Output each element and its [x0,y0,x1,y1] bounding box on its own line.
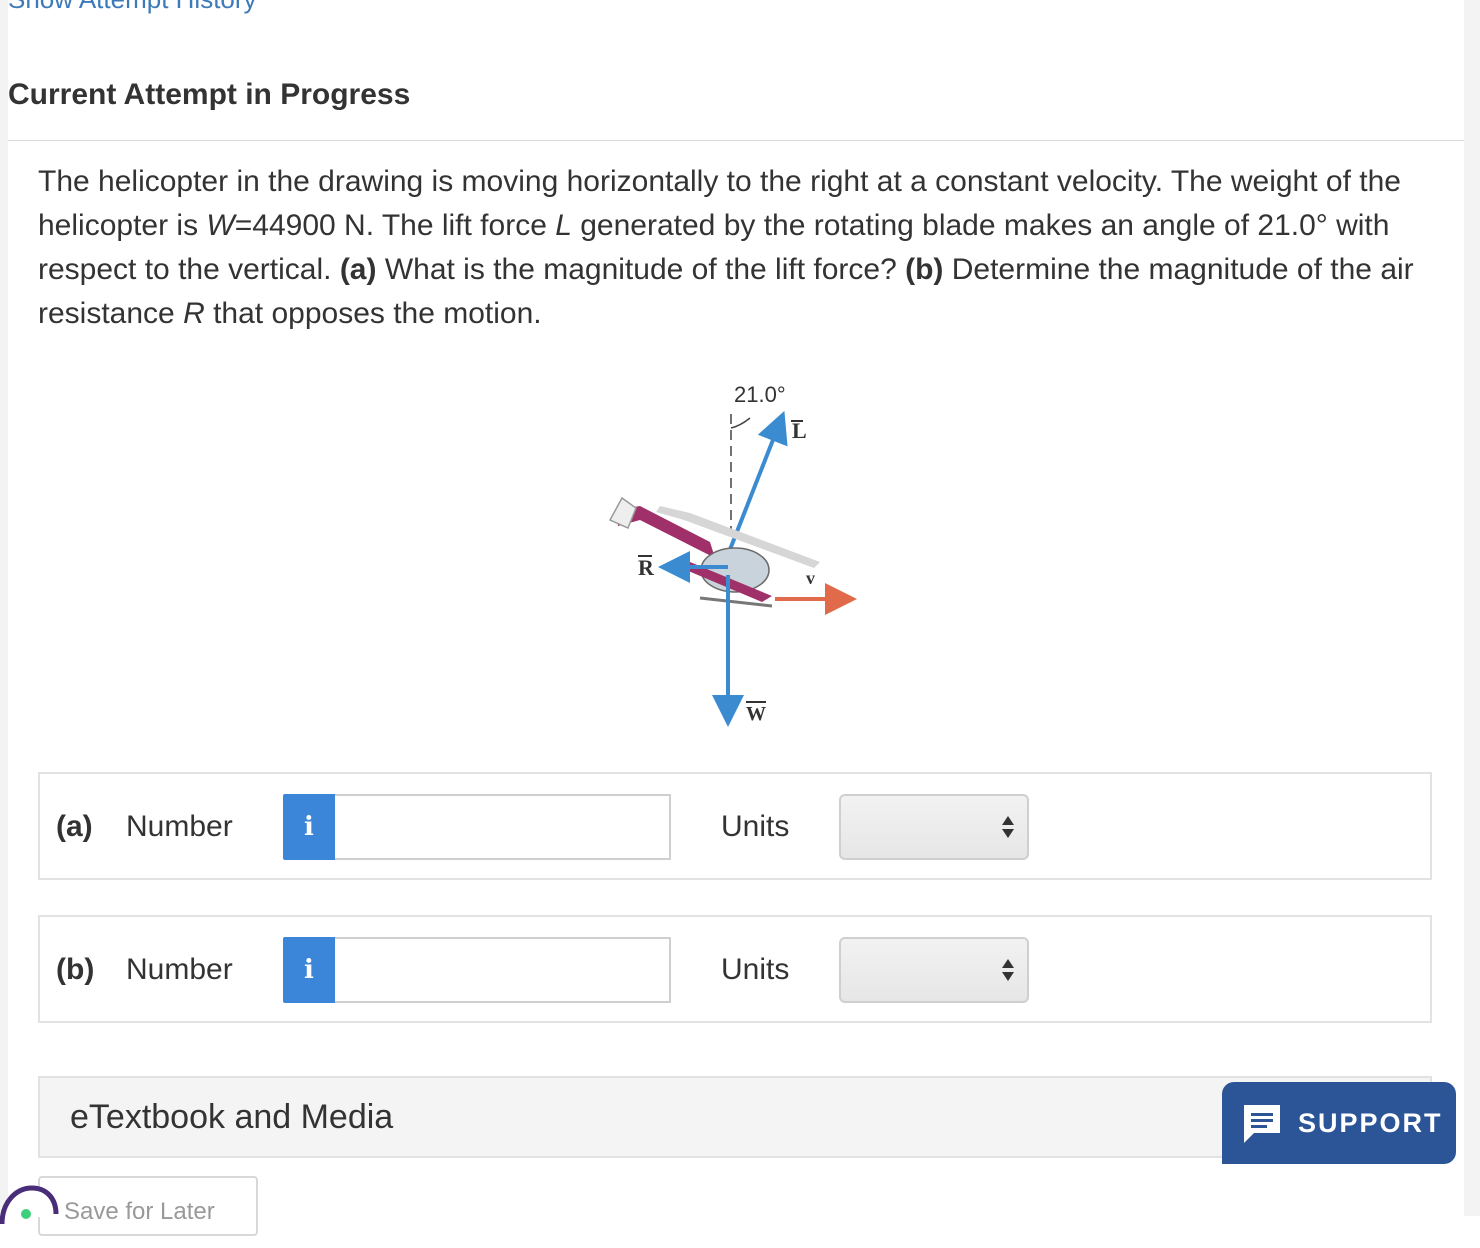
angle-label: 21.0° [734,382,786,407]
page-title: Current Attempt in Progress [8,78,411,111]
chat-icon [1244,1105,1280,1143]
select-arrows-icon [1002,816,1014,838]
save-for-later-button[interactable]: Save for Later [38,1176,258,1236]
part-a-tag: (a) [339,253,377,286]
units-select-a[interactable] [839,794,1029,860]
units-label: Units [721,810,790,843]
angle-arc [730,417,751,429]
support-label: SUPPORT [1298,1107,1443,1138]
save-for-later-label: Save for Later [64,1198,215,1225]
number-input-b[interactable] [335,937,671,1003]
weight-label: W [746,703,766,725]
select-arrows-icon [1002,959,1014,981]
resistance-label: R [638,555,655,580]
info-icon[interactable]: i [283,937,335,1003]
info-icon[interactable]: i [283,794,335,860]
units-label: Units [721,953,790,986]
velocity-label: v [806,568,815,588]
divider [8,140,1464,141]
helicopter-tail-fin [608,496,637,530]
weight-symbol: W [206,209,235,242]
part-label: (a) [56,810,93,843]
chat-bubble-icon[interactable] [0,1184,60,1248]
answer-row-b: (b) Number i Units [38,915,1432,1023]
units-select-b[interactable] [839,937,1029,1003]
question-text: The helicopter in the drawing is moving … [38,160,1448,336]
helicopter-free-body-diagram: 21.0° L R v W [608,382,857,727]
number-label: Number [126,953,233,986]
question-text-6: that opposes the motion. [204,297,542,330]
part-label: (b) [56,953,95,986]
support-button[interactable]: SUPPORT [1222,1082,1456,1164]
lift-symbol: L [555,209,572,242]
answer-row-a: (a) Number i Units [38,772,1432,880]
etextbook-label: eTextbook and Media [70,1098,394,1136]
right-gutter [1464,0,1480,1216]
question-text-4: What is the magnitude of the lift force? [376,253,906,286]
attempt-history-link[interactable]: Show Attempt History [8,0,257,15]
resistance-symbol: R [183,297,205,330]
number-label: Number [126,810,233,843]
left-gutter [0,0,8,1216]
number-input-a[interactable] [335,794,671,860]
part-b-tag: (b) [905,253,944,286]
question-text-2: =44900 N. The lift force [234,209,556,242]
